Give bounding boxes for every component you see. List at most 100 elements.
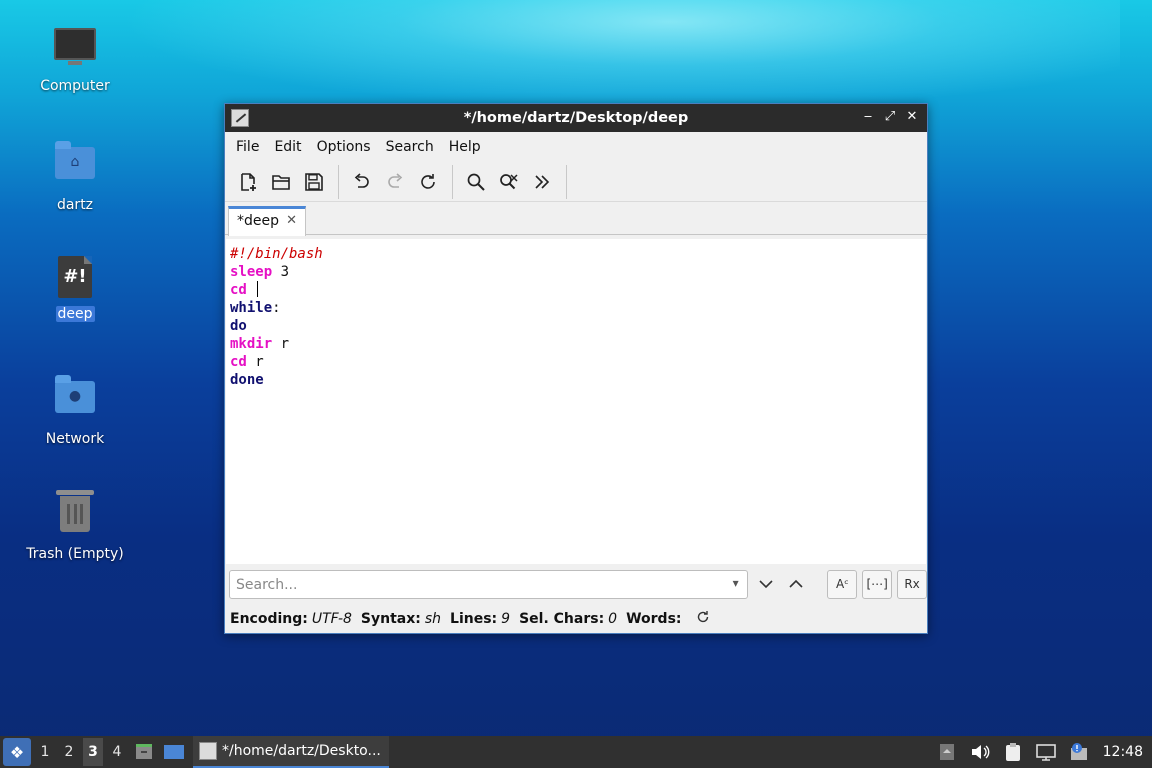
code-token: cd bbox=[230, 354, 247, 370]
taskbar-window-editor[interactable]: */home/dartz/Deskto... bbox=[193, 736, 389, 768]
menubar: File Edit Options Search Help bbox=[225, 132, 927, 162]
code-line: mkdir r bbox=[230, 335, 926, 353]
undo-button[interactable] bbox=[347, 167, 377, 197]
match-case-button[interactable]: Aᶜ bbox=[827, 569, 858, 599]
tab-deep[interactable]: *deep ✕ bbox=[228, 206, 306, 236]
window-titlebar[interactable]: */home/dartz/Desktop/deep ‒ ⤢ ✕ bbox=[225, 104, 927, 132]
code-line: sleep 3 bbox=[230, 263, 926, 281]
tray-arrow-button[interactable] bbox=[934, 739, 960, 765]
script-file-icon: #! bbox=[53, 256, 97, 300]
clock[interactable]: 12:48 bbox=[1103, 744, 1143, 760]
code-token: #!/bin/bash bbox=[230, 246, 323, 262]
editor-app-icon bbox=[199, 742, 217, 760]
desktop-icon-label: Computer bbox=[40, 78, 110, 94]
desktop-icon-computer[interactable]: Computer bbox=[20, 22, 130, 94]
redo-button[interactable] bbox=[380, 167, 410, 197]
workspace-3[interactable]: 3 bbox=[83, 738, 103, 766]
network-button[interactable] bbox=[1033, 739, 1059, 765]
file-manager-icon bbox=[136, 744, 152, 759]
taskbar: ❖ 1 2 3 4 */home/dartz/Deskto... 12:48 bbox=[0, 736, 1152, 768]
chevron-down-icon[interactable]: ▾ bbox=[733, 576, 739, 590]
desktop-icon-label: deep bbox=[55, 306, 95, 322]
notifications-button[interactable] bbox=[1066, 739, 1092, 765]
toolbar-separator bbox=[452, 164, 453, 199]
desktop-icon-dartz[interactable]: ⌂ dartz bbox=[20, 139, 130, 213]
network-folder-icon: ● bbox=[53, 375, 97, 425]
code-token: cd bbox=[230, 282, 247, 298]
arrow-down-icon bbox=[758, 580, 773, 589]
regex-button[interactable]: Rx bbox=[897, 569, 927, 599]
clipboard-button[interactable] bbox=[1000, 739, 1026, 765]
whole-word-button[interactable]: [⋯] bbox=[862, 569, 893, 599]
computer-icon bbox=[53, 28, 97, 72]
find-replace-button[interactable] bbox=[494, 167, 524, 197]
menu-options[interactable]: Options bbox=[310, 139, 378, 155]
syntax-label: Syntax: bbox=[360, 610, 421, 627]
reload-button[interactable] bbox=[413, 167, 443, 197]
code-token: r bbox=[246, 354, 264, 370]
code-token: r bbox=[272, 336, 290, 352]
menu-edit[interactable]: Edit bbox=[267, 139, 308, 155]
save-icon bbox=[305, 172, 323, 191]
find-button[interactable] bbox=[461, 167, 491, 197]
code-token: do bbox=[230, 318, 247, 334]
text-editor-window: */home/dartz/Desktop/deep ‒ ⤢ ✕ File Edi… bbox=[224, 103, 928, 634]
redo-icon bbox=[388, 172, 403, 188]
lines-label: Lines: bbox=[450, 610, 498, 627]
maximize-button[interactable]: ⤢ bbox=[881, 108, 899, 126]
code-line: #!/bin/bash bbox=[230, 245, 926, 263]
save-button[interactable] bbox=[299, 167, 329, 197]
syntax-value: sh bbox=[424, 610, 442, 627]
start-menu-icon: ❖ bbox=[9, 742, 25, 762]
desktop-icon-network[interactable]: ● Network bbox=[20, 373, 130, 447]
workspace-4[interactable]: 4 bbox=[107, 738, 127, 766]
tab-close-icon[interactable]: ✕ bbox=[286, 213, 297, 228]
undo-icon bbox=[354, 172, 369, 188]
more-tools-button[interactable] bbox=[527, 167, 557, 197]
desktop-icon-trash[interactable]: Trash (Empty) bbox=[20, 490, 130, 562]
code-token: done bbox=[230, 372, 264, 388]
new-file-button[interactable] bbox=[233, 167, 263, 197]
start-menu-button[interactable]: ❖ bbox=[3, 738, 31, 766]
menu-file[interactable]: File bbox=[229, 139, 266, 155]
search-input[interactable]: Search... ▾ bbox=[229, 569, 748, 599]
arrow-up-icon bbox=[789, 579, 804, 588]
tab-label: *deep bbox=[237, 213, 279, 229]
window-title: */home/dartz/Desktop/deep bbox=[463, 110, 689, 126]
desktop-icon-label: dartz bbox=[56, 197, 94, 213]
workspace-2[interactable]: 2 bbox=[59, 738, 79, 766]
open-folder-icon bbox=[272, 174, 290, 190]
find-next-button[interactable] bbox=[753, 570, 779, 598]
tray-expand-icon bbox=[939, 744, 954, 760]
reload-icon bbox=[421, 173, 435, 189]
menu-search[interactable]: Search bbox=[379, 139, 441, 155]
workspace-1[interactable]: 1 bbox=[35, 738, 55, 766]
volume-button[interactable] bbox=[967, 739, 993, 765]
code-line: while: bbox=[230, 299, 926, 317]
volume-icon bbox=[971, 745, 990, 759]
show-desktop-button[interactable] bbox=[161, 739, 187, 765]
toolbar bbox=[225, 162, 927, 202]
search-icon bbox=[467, 173, 485, 191]
desktop-icon-deep[interactable]: #! deep bbox=[20, 256, 130, 322]
minimize-button[interactable]: ‒ bbox=[859, 108, 877, 126]
sel-chars-value: 0 bbox=[608, 610, 618, 627]
code-token: while bbox=[230, 300, 273, 316]
menu-help[interactable]: Help bbox=[442, 139, 488, 155]
close-button[interactable]: ✕ bbox=[903, 108, 921, 126]
code-token: : bbox=[272, 300, 281, 316]
status-bar: Encoding: UTF-8 Syntax: sh Lines: 9 Sel. Ch… bbox=[225, 604, 927, 630]
sel-chars-label: Sel. Chars: bbox=[519, 610, 605, 627]
code-line: do bbox=[230, 317, 926, 335]
open-file-button[interactable] bbox=[266, 167, 296, 197]
find-previous-button[interactable] bbox=[784, 570, 810, 598]
find-bar: Search... ▾ Aᶜ [⋯] Rx bbox=[225, 565, 927, 603]
file-manager-launcher[interactable] bbox=[131, 739, 157, 765]
notification-icon bbox=[1070, 743, 1087, 760]
new-file-icon bbox=[241, 172, 256, 191]
text-editor-area[interactable]: #!/bin/bash sleep 3 cd while: do mkdir r cd r… bbox=[226, 239, 926, 564]
desktop-icon-label: Network bbox=[45, 431, 105, 447]
refresh-word-count-icon[interactable] bbox=[696, 610, 710, 628]
trash-icon bbox=[53, 490, 97, 540]
